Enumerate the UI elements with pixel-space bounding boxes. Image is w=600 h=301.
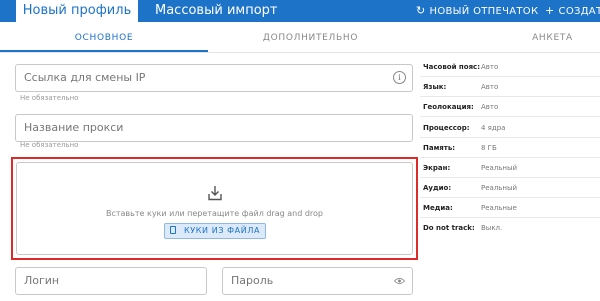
settings-key: Часовой пояс: <box>423 63 481 71</box>
proxy-name-placeholder: Название прокси <box>24 121 124 134</box>
settings-key: Do not track: <box>423 224 475 232</box>
create-label: СОЗДАТЬ <box>558 6 600 17</box>
ip-change-link-placeholder: Ссылка для смены IP <box>24 71 146 84</box>
create-button[interactable]: +СОЗДАТЬ <box>545 0 600 22</box>
settings-value: Выкл. <box>481 224 503 232</box>
settings-value: Реальный <box>481 164 518 172</box>
settings-key: Память: <box>423 144 456 152</box>
new-fingerprint-button[interactable]: ↻ НОВЫЙ ОТПЕЧАТОК <box>416 0 538 22</box>
ip-change-link-input[interactable]: Ссылка для смены IP i <box>15 64 413 92</box>
new-fingerprint-label: НОВЫЙ ОТПЕЧАТОК <box>429 6 539 17</box>
settings-value: Реальные <box>481 204 517 212</box>
subtab-additional[interactable]: ДОПОЛНИТЕЛЬНО <box>208 26 413 50</box>
settings-row-screen: Экран: Реальный <box>420 159 600 178</box>
file-icon <box>169 226 176 234</box>
proxy-name-input[interactable]: Название прокси <box>15 114 413 142</box>
cookies-dropzone[interactable]: Вставьте куки или перетащите файл drag a… <box>16 162 413 255</box>
info-icon[interactable]: i <box>393 71 406 84</box>
settings-key: Язык: <box>423 83 447 91</box>
refresh-icon: ↻ <box>416 4 426 17</box>
password-input[interactable]: Пароль <box>222 267 413 295</box>
settings-row-geolocation: Геолокация: Авто <box>420 98 600 117</box>
settings-key: Экран: <box>423 164 451 172</box>
settings-row-dnt: Do not track: Выкл. <box>420 219 600 237</box>
settings-row-memory: Память: 8 ГБ <box>420 139 600 158</box>
tab-bulk-import[interactable]: Массовый импорт <box>155 0 277 22</box>
cookies-from-file-button[interactable]: КУКИ ИЗ ФАЙЛА <box>164 223 266 239</box>
settings-value: Авто <box>481 83 499 91</box>
settings-key: Геолокация: <box>423 103 474 111</box>
settings-value: Реальный <box>481 184 518 192</box>
login-placeholder: Логин <box>24 274 60 287</box>
subtab-anketa[interactable]: АНКЕТА <box>505 26 600 50</box>
settings-key: Аудио: <box>423 184 452 192</box>
settings-value: Авто <box>481 63 499 71</box>
plus-icon: + <box>545 4 555 17</box>
cookies-instruction: Вставьте куки или перетащите файл drag a… <box>105 209 324 218</box>
settings-value: Авто <box>481 103 499 111</box>
cookies-from-file-label: КУКИ ИЗ ФАЙЛА <box>183 226 261 235</box>
settings-row-audio: Аудио: Реальный <box>420 179 600 198</box>
settings-value: 8 ГБ <box>481 144 497 152</box>
settings-row-language: Язык: Авто <box>420 78 600 97</box>
proxy-name-hint: Не обязательно <box>20 141 79 149</box>
eye-icon[interactable] <box>394 277 405 285</box>
password-placeholder: Пароль <box>231 274 274 287</box>
settings-key: Медиа: <box>423 204 453 212</box>
settings-value: 4 ядра <box>481 124 506 132</box>
subtab-basic[interactable]: ОСНОВНОЕ <box>0 26 208 50</box>
login-input[interactable]: Логин <box>15 267 207 295</box>
download-icon <box>208 186 222 201</box>
settings-row-cpu: Процессор: 4 ядра <box>420 119 600 138</box>
settings-key: Процессор: <box>423 124 470 132</box>
settings-row-timezone: Часовой пояс: Авто <box>420 58 600 77</box>
ip-change-link-hint: Не обязательно <box>20 94 79 102</box>
tab-new-profile[interactable]: Новый профиль <box>16 0 138 22</box>
top-bar: Новый профиль Массовый импорт ↻ НОВЫЙ ОТП… <box>0 0 600 22</box>
settings-row-media: Медиа: Реальные <box>420 199 600 218</box>
subtabs-divider <box>0 52 600 53</box>
